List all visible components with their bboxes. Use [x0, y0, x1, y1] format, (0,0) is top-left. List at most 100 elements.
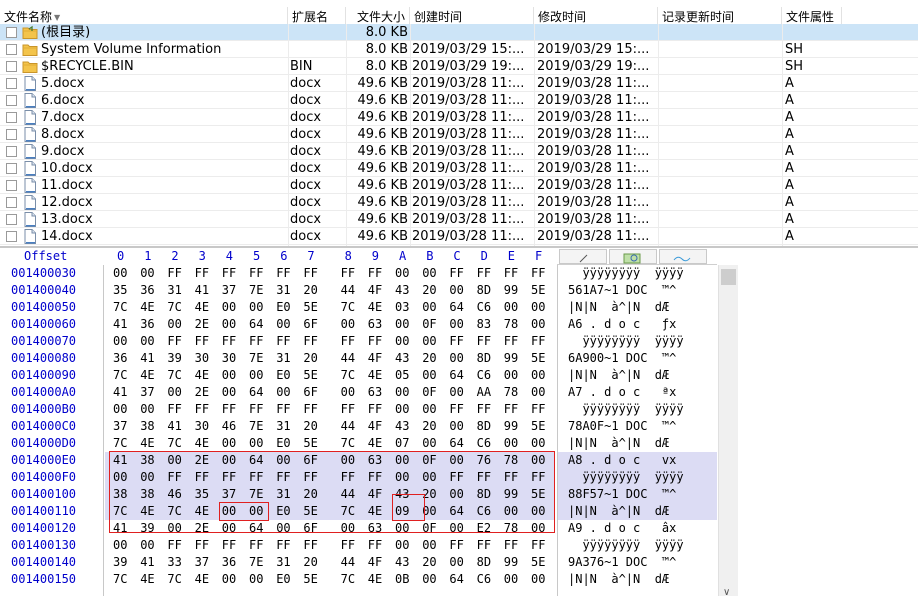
hex-row[interactable]: 41 36 00 2E 00 64 00 6F 00 63 00 0F 00 83 78 00	[105, 316, 555, 333]
hex-byte[interactable]: 00	[395, 452, 409, 469]
hex-byte[interactable]: 00	[341, 452, 355, 469]
hex-byte[interactable]: 00	[276, 452, 290, 469]
hex-byte[interactable]: FF	[303, 469, 317, 486]
hex-byte[interactable]: 5E	[531, 350, 545, 367]
text-row[interactable]: A6 . d o c ƒx	[558, 316, 717, 333]
hex-byte[interactable]: FF	[477, 333, 491, 350]
vertical-scrollbar[interactable]: ∨	[718, 265, 738, 596]
hex-byte[interactable]: E0	[276, 299, 290, 316]
hex-byte[interactable]: 64	[449, 367, 463, 384]
hex-row[interactable]: 36 41 39 30 30 7E 31 20 44 4F 43 20 00 8D 99 5E	[105, 350, 555, 367]
hex-byte[interactable]: 00	[449, 350, 463, 367]
hex-byte[interactable]: 00	[395, 384, 409, 401]
hex-byte[interactable]: 00	[449, 384, 463, 401]
hex-byte[interactable]: 7E	[249, 554, 263, 571]
hex-byte[interactable]: 6F	[303, 452, 317, 469]
hex-byte[interactable]: 38	[140, 486, 154, 503]
hex-byte[interactable]: FF	[276, 469, 290, 486]
hex-byte[interactable]: 00	[504, 299, 518, 316]
hex-byte[interactable]: FF	[276, 265, 290, 282]
hex-byte[interactable]: 00	[140, 469, 154, 486]
hex-byte[interactable]: FF	[195, 401, 209, 418]
hex-byte[interactable]: 20	[303, 418, 317, 435]
hex-byte[interactable]: 00	[422, 367, 436, 384]
hex-byte[interactable]: 43	[395, 554, 409, 571]
hex-byte[interactable]: 00	[422, 469, 436, 486]
hex-byte[interactable]: 00	[249, 435, 263, 452]
hex-byte[interactable]: FF	[504, 333, 518, 350]
hex-byte[interactable]: FF	[477, 469, 491, 486]
hex-byte[interactable]: 00	[222, 520, 236, 537]
hex-byte[interactable]: 0F	[422, 452, 436, 469]
hex-byte[interactable]: 00	[449, 486, 463, 503]
hex-row[interactable]: 00 00 FF FF FF FF FF FF FF FF 00 00 FF FF FF FF	[105, 333, 555, 350]
hex-byte[interactable]: 7E	[249, 486, 263, 503]
hex-byte[interactable]: 00	[449, 452, 463, 469]
hex-byte[interactable]: 00	[222, 452, 236, 469]
hex-byte[interactable]: 00	[113, 265, 127, 282]
hex-byte[interactable]: FF	[167, 333, 181, 350]
hex-byte[interactable]: FF	[449, 537, 463, 554]
hex-byte[interactable]: 4F	[368, 282, 382, 299]
hex-byte[interactable]: 00	[422, 571, 436, 588]
file-row[interactable]: $RECYCLE.BIN BIN 8.0 KB 2019/03/29 19:... 20…	[0, 58, 918, 75]
text-row[interactable]: 88F57~1 DOC ™^	[558, 486, 717, 503]
file-row[interactable]: System Volume Information 8.0 KB 2019/03/2…	[0, 41, 918, 58]
hex-byte[interactable]: FF	[222, 265, 236, 282]
hex-byte[interactable]: E0	[276, 571, 290, 588]
hex-byte[interactable]: 7E	[249, 282, 263, 299]
hex-byte[interactable]: 00	[504, 571, 518, 588]
row-checkbox[interactable]	[6, 95, 17, 106]
text-row[interactable]: ÿÿÿÿÿÿÿÿ ÿÿÿÿ	[558, 333, 717, 350]
hex-byte[interactable]: 0B	[395, 571, 409, 588]
row-checkbox[interactable]	[6, 163, 17, 174]
hex-byte[interactable]: FF	[341, 265, 355, 282]
hex-row[interactable]: 7C 4E 7C 4E 00 00 E0 5E 7C 4E 0B 00 64 C6 00 00	[105, 571, 555, 588]
hex-byte[interactable]: 00	[113, 537, 127, 554]
hex-byte[interactable]: 7C	[341, 435, 355, 452]
hex-byte[interactable]: 99	[504, 486, 518, 503]
text-row[interactable]: 6A900~1 DOC ™^	[558, 350, 717, 367]
hex-byte[interactable]: 30	[195, 418, 209, 435]
hex-byte[interactable]: FF	[341, 401, 355, 418]
hex-byte[interactable]: FF	[222, 333, 236, 350]
hex-byte[interactable]: 4E	[140, 503, 154, 520]
hex-byte[interactable]: 00	[140, 537, 154, 554]
file-row[interactable]: 10.docx docx 49.6 KB 2019/03/28 11:... 2019/…	[0, 160, 918, 177]
text-row[interactable]: |N|N à^|N dÆ	[558, 367, 717, 384]
hex-byte[interactable]: 31	[276, 486, 290, 503]
hex-byte[interactable]: 37	[195, 554, 209, 571]
hex-byte[interactable]: 36	[222, 554, 236, 571]
hex-byte[interactable]: 63	[368, 384, 382, 401]
hex-byte[interactable]: 00	[449, 520, 463, 537]
hex-byte[interactable]: 20	[422, 554, 436, 571]
hex-byte[interactable]: 03	[395, 299, 409, 316]
hex-byte[interactable]: E0	[276, 503, 290, 520]
hex-byte[interactable]: FF	[249, 537, 263, 554]
hex-byte[interactable]: 09	[395, 503, 409, 520]
hex-byte[interactable]: 7E	[249, 350, 263, 367]
row-checkbox[interactable]	[6, 27, 17, 38]
hex-byte[interactable]: 99	[504, 418, 518, 435]
text-tab-icon[interactable]	[559, 249, 607, 264]
hex-byte[interactable]: 7C	[113, 299, 127, 316]
hex-byte[interactable]: 20	[422, 350, 436, 367]
text-row[interactable]: |N|N à^|N dÆ	[558, 299, 717, 316]
hex-byte[interactable]: 00	[341, 520, 355, 537]
hex-byte[interactable]: 6F	[303, 384, 317, 401]
hex-byte[interactable]: 2E	[195, 520, 209, 537]
hex-row[interactable]: 38 38 46 35 37 7E 31 20 44 4F 43 20 00 8D 99 5E	[105, 486, 555, 503]
text-row[interactable]: 78A0F~1 DOC ™^	[558, 418, 717, 435]
hex-byte[interactable]: 00	[504, 503, 518, 520]
hex-byte[interactable]: FF	[276, 401, 290, 418]
hex-byte[interactable]: C6	[477, 299, 491, 316]
hex-byte[interactable]: 31	[276, 554, 290, 571]
hex-byte[interactable]: 7C	[167, 571, 181, 588]
hex-byte[interactable]: 63	[368, 316, 382, 333]
hex-byte[interactable]: FF	[504, 401, 518, 418]
file-row[interactable]: 7.docx docx 49.6 KB 2019/03/28 11:... 2019/0…	[0, 109, 918, 126]
hex-byte[interactable]: FF	[167, 401, 181, 418]
hex-byte[interactable]: 00	[167, 316, 181, 333]
hex-byte[interactable]: 00	[422, 537, 436, 554]
hex-byte[interactable]: FF	[222, 469, 236, 486]
